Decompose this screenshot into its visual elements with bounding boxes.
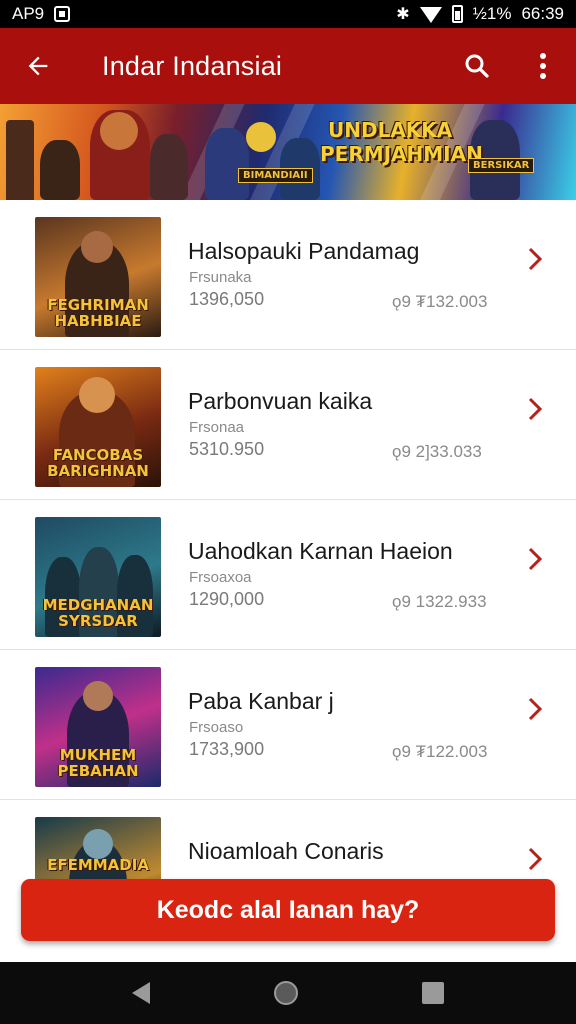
banner-hero-face: [100, 112, 138, 150]
bluetooth-icon: ✱: [396, 6, 410, 23]
thumb-hero-face: [81, 231, 113, 263]
promo-banner[interactable]: UNDLAKKA PERMJAHMIAN BIMANDIAII BERSIKAR: [0, 104, 576, 200]
search-button[interactable]: [444, 28, 510, 104]
thumb-hero-face: [83, 681, 113, 711]
game-subtitle: Frsonaa: [189, 419, 245, 436]
system-nav-bar: [0, 962, 576, 1024]
status-bar: AP9 ✱ ½1% 66:39: [0, 0, 576, 28]
game-count: 1290,000: [189, 589, 265, 609]
game-title: Paba Kanbar j: [188, 688, 334, 714]
wifi-icon: [419, 7, 442, 23]
thumbnail-caption: FEGHRIMAN HABHBIAE: [47, 296, 149, 330]
thumbnail-caption: EFEMMADIA: [47, 856, 149, 874]
more-vert-icon: [540, 53, 546, 79]
nav-back-icon[interactable]: [132, 982, 150, 1004]
game-thumbnail: FANCOBAS BARIGHNAN: [35, 367, 161, 487]
app-bar: Indar Indansiai: [0, 28, 576, 104]
app-actions: [444, 28, 576, 104]
game-subtitle: Frsunaka: [189, 269, 252, 286]
banner-hero-figure: [40, 140, 80, 200]
status-left: AP9: [12, 4, 71, 24]
battery-icon: [451, 5, 463, 23]
game-subtitle: Frsoaso: [189, 719, 244, 736]
game-price: ǫ9 ₮122.003: [392, 742, 488, 761]
chevron-right-icon: [528, 247, 543, 271]
back-button[interactable]: [0, 28, 76, 104]
square-notification-icon: [54, 6, 71, 22]
battery-percent: ½1%: [472, 4, 512, 23]
game-count: 1733,900: [189, 739, 265, 759]
banner-creature-face: [246, 122, 276, 152]
game-list: FEGHRIMAN HABHBIAE Halsopauki Pandamag F…: [0, 200, 576, 950]
game-title: Nioamloah Conaris: [188, 838, 384, 864]
banner-hero-figure: [150, 134, 188, 200]
banner-heading-line2: PERMJAHMIAN: [320, 142, 483, 166]
game-title: Uahodkan Karnan Haeion: [188, 538, 453, 564]
back-arrow-icon: [28, 56, 48, 76]
game-price: ǫ9 ₮132.003: [392, 292, 488, 311]
banner-hero-figure: [205, 128, 249, 200]
thumb-hero-face: [83, 829, 113, 859]
thumbnail-caption: FANCOBAS BARIGHNAN: [47, 446, 149, 480]
chevron-right-icon: [528, 397, 543, 421]
chevron-right-icon: [528, 547, 543, 571]
chevron-right-icon: [528, 697, 543, 721]
thumbnail-caption: MUKHEM PEBAHAN: [57, 746, 139, 780]
game-count: 1396,050: [189, 289, 265, 309]
status-time: 66:39: [521, 4, 564, 23]
game-thumbnail: MEDGHANAN SYRSDAR: [35, 517, 161, 637]
game-thumbnail: FEGHRIMAN HABHBIAE: [35, 217, 161, 337]
banner-tower: [6, 120, 34, 200]
game-title: Halsopauki Pandamag: [188, 238, 420, 264]
search-icon: [465, 54, 489, 78]
list-item[interactable]: MUKHEM PEBAHAN Paba Kanbar j Frsoaso 173…: [0, 650, 576, 800]
banner-tag-left: BIMANDIAII: [238, 168, 313, 183]
chevron-right-icon: [528, 847, 543, 871]
list-item[interactable]: FANCOBAS BARIGHNAN Parbonvuan kaika Frso…: [0, 350, 576, 500]
cta-button[interactable]: Keodc alal Ianan hay?: [21, 879, 555, 941]
status-carrier-text: AP9: [12, 4, 45, 23]
list-item[interactable]: MEDGHANAN SYRSDAR Uahodkan Karnan Haeion…: [0, 500, 576, 650]
more-options-button[interactable]: [510, 28, 576, 104]
game-count: 5310.950: [189, 439, 265, 459]
status-right: ✱ ½1% 66:39: [396, 4, 564, 24]
nav-recents-icon[interactable]: [422, 982, 444, 1004]
game-price: ǫ9 2]33.033: [392, 442, 482, 461]
banner-heading-line1: UNDLAKKA: [328, 118, 453, 142]
list-item[interactable]: FEGHRIMAN HABHBIAE Halsopauki Pandamag F…: [0, 200, 576, 350]
app-title: Indar Indansiai: [102, 50, 283, 81]
game-title: Parbonvuan kaika: [188, 388, 373, 414]
nav-home-icon[interactable]: [274, 981, 298, 1005]
screen: AP9 ✱ ½1% 66:39 Indar Indansiai UNDLAKKA…: [0, 0, 576, 1024]
banner-tag-right: BERSIKAR: [468, 158, 535, 173]
banner-heading: UNDLAKKA PERMJAHMIAN: [320, 118, 576, 166]
thumb-hero-face: [79, 377, 115, 413]
thumbnail-caption: MEDGHANAN SYRSDAR: [42, 596, 154, 630]
game-thumbnail: MUKHEM PEBAHAN: [35, 667, 161, 787]
game-subtitle: Frsoaxoa: [189, 569, 252, 586]
game-price: ǫ9 1322.933: [392, 592, 487, 611]
